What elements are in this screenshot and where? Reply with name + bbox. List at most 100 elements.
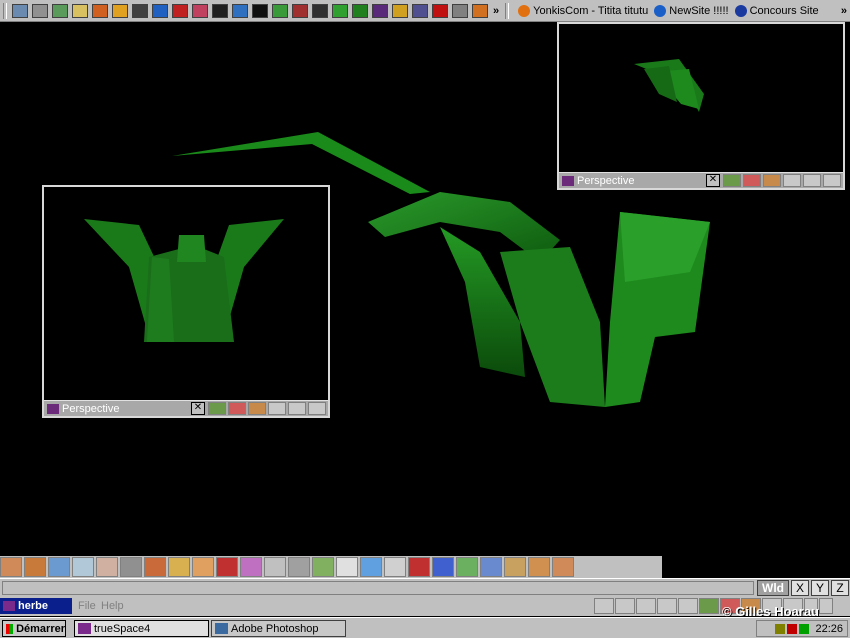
network-icon[interactable]: [787, 623, 798, 634]
down-arrow-icon[interactable]: [120, 557, 142, 577]
eye-icon[interactable]: [723, 174, 741, 187]
close-icon[interactable]: ✕: [191, 402, 205, 415]
axis-y-button[interactable]: Y: [811, 580, 829, 596]
eye-icon[interactable]: [192, 3, 208, 18]
tools-icon[interactable]: [412, 3, 428, 18]
more-chevron-icon[interactable]: »: [493, 5, 499, 17]
select-icon[interactable]: [72, 557, 94, 577]
image-icon[interactable]: [292, 3, 308, 18]
perspective-view-right[interactable]: Perspective ✕: [557, 22, 845, 190]
link-yonkiscom[interactable]: YonkisCom - Titita titutu: [518, 4, 649, 17]
grass-model-small: [634, 59, 704, 112]
main-viewport[interactable]: Perspective ✕ Perspective ✕: [0, 22, 850, 556]
sphere-icon[interactable]: [192, 557, 214, 577]
cursor-icon[interactable]: [132, 3, 148, 18]
axis-world-button[interactable]: Wld: [757, 580, 789, 596]
runner-icon[interactable]: [92, 3, 108, 18]
viewport-canvas[interactable]: [44, 187, 328, 400]
eye-icon[interactable]: [699, 598, 719, 614]
perspective-view-left[interactable]: Perspective ✕: [42, 185, 330, 418]
rotate-icon[interactable]: [288, 402, 306, 415]
toolbar-separator: [505, 2, 510, 19]
scale-icon[interactable]: [96, 557, 118, 577]
eye-icon[interactable]: [208, 402, 226, 415]
view-titlebar[interactable]: Perspective ✕: [559, 172, 843, 188]
task-truespace[interactable]: trueSpace4: [74, 620, 209, 637]
viewport-canvas[interactable]: [559, 24, 843, 172]
list-icon[interactable]: [336, 557, 358, 577]
scene-name-box[interactable]: herbe: [0, 598, 72, 614]
axis-icon[interactable]: [308, 402, 326, 415]
render-icon[interactable]: [504, 557, 526, 577]
menu-file[interactable]: File: [78, 600, 96, 612]
link-label: YonkisCom - Titita titutu: [533, 4, 649, 17]
view-title: Perspective: [577, 174, 635, 187]
task-photoshop[interactable]: Adobe Photoshop: [211, 620, 346, 637]
view-titlebar[interactable]: Perspective ✕: [44, 400, 328, 416]
book-icon[interactable]: [372, 3, 388, 18]
pencil-icon[interactable]: [392, 3, 408, 18]
scale-icon[interactable]: [636, 598, 656, 614]
figure-icon[interactable]: [384, 557, 406, 577]
move-icon[interactable]: [268, 402, 286, 415]
sweep-icon[interactable]: [168, 557, 190, 577]
link-newsite[interactable]: NewSite !!!!!: [654, 4, 729, 17]
rotate-icon[interactable]: [0, 557, 22, 577]
close-icon[interactable]: ✕: [706, 174, 720, 187]
shape-icon[interactable]: [360, 557, 382, 577]
axis-icon[interactable]: [678, 598, 698, 614]
paint-icon[interactable]: [763, 174, 781, 187]
search-icon[interactable]: [52, 3, 68, 18]
ruler-icon[interactable]: [288, 557, 310, 577]
render-icon[interactable]: [228, 402, 246, 415]
x-icon[interactable]: [212, 3, 228, 18]
links-more-chevron-icon[interactable]: »: [841, 5, 847, 17]
render-icon[interactable]: [743, 174, 761, 187]
link-concours[interactable]: Concours Site: [734, 4, 819, 17]
ie-icon[interactable]: [152, 3, 168, 18]
rotate-icon[interactable]: [615, 598, 635, 614]
paint-icon[interactable]: [332, 3, 348, 18]
cube-icon[interactable]: [144, 557, 166, 577]
drive-icon[interactable]: [32, 3, 48, 18]
axis-icon[interactable]: [823, 174, 841, 187]
axis-icon[interactable]: [408, 557, 430, 577]
antivirus-icon[interactable]: [799, 623, 810, 634]
axis-x-button[interactable]: X: [791, 580, 809, 596]
object-icon[interactable]: [312, 557, 334, 577]
acrobat-icon[interactable]: [432, 3, 448, 18]
grid-icon[interactable]: [432, 557, 454, 577]
speaker-icon[interactable]: [775, 623, 786, 634]
move-icon[interactable]: [783, 174, 801, 187]
rotate-icon[interactable]: [803, 174, 821, 187]
3d-icon[interactable]: [480, 557, 502, 577]
folder-icon[interactable]: [72, 3, 88, 18]
player-icon[interactable]: [112, 3, 128, 18]
pen-icon[interactable]: [352, 3, 368, 18]
axis-z-button[interactable]: Z: [831, 580, 849, 596]
windows-logo-icon: [6, 623, 14, 634]
menu-help[interactable]: Help: [101, 600, 124, 612]
sun-icon[interactable]: [472, 3, 488, 18]
close-icon[interactable]: [819, 598, 833, 614]
calculator-icon[interactable]: [452, 3, 468, 18]
globe-icon[interactable]: [272, 3, 288, 18]
box-icon[interactable]: [24, 557, 46, 577]
orbit-icon[interactable]: [657, 598, 677, 614]
clock[interactable]: 22:26: [815, 623, 843, 635]
film-icon[interactable]: [312, 3, 328, 18]
move-icon[interactable]: [594, 598, 614, 614]
cube-icon[interactable]: [232, 3, 248, 18]
lasso-icon[interactable]: [264, 557, 286, 577]
paint-icon[interactable]: [216, 557, 238, 577]
shortcut-icon[interactable]: [12, 3, 28, 18]
camera-icon[interactable]: [528, 557, 550, 577]
mesh-icon[interactable]: [240, 557, 262, 577]
user-icon[interactable]: [252, 3, 268, 18]
paint-icon[interactable]: [248, 402, 266, 415]
start-button[interactable]: Démarrer: [2, 620, 66, 637]
texture-icon[interactable]: [456, 557, 478, 577]
light-icon[interactable]: [552, 557, 574, 577]
plane-icon[interactable]: [48, 557, 70, 577]
target-icon[interactable]: [172, 3, 188, 18]
